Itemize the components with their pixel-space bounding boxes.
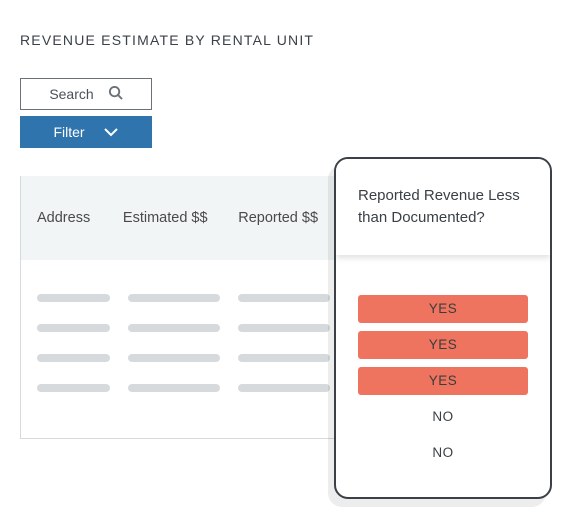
search-icon — [108, 85, 123, 103]
cell-placeholder — [37, 384, 110, 392]
cell-placeholder — [37, 354, 110, 362]
cell-placeholder — [238, 324, 330, 332]
filter-label: Filter — [53, 124, 84, 140]
table-row — [37, 294, 330, 302]
flag-badge: YES — [358, 295, 528, 323]
filter-button[interactable]: Filter — [20, 116, 152, 148]
chevron-down-icon — [103, 124, 119, 140]
popup-body: YES YES YES NO NO — [336, 255, 550, 497]
cell-placeholder — [37, 294, 110, 302]
popup-flag-panel: Reported Revenue Less than Documented? Y… — [334, 157, 552, 499]
search-button[interactable]: Search — [20, 78, 152, 110]
table-header: Address Estimated $$ Reported $$ — [21, 176, 346, 260]
cell-placeholder — [238, 294, 330, 302]
cell-placeholder — [128, 294, 220, 302]
cell-placeholder — [128, 384, 220, 392]
column-estimated: Estimated $$ — [123, 210, 220, 226]
page-title: REVENUE ESTIMATE BY RENTAL UNIT — [20, 32, 314, 48]
popup-heading: Reported Revenue Less than Documented? — [336, 159, 550, 255]
flag-badge: NO — [358, 439, 528, 467]
table-row — [37, 324, 330, 332]
search-label: Search — [49, 86, 93, 102]
column-reported: Reported $$ — [238, 210, 330, 226]
table-row — [37, 384, 330, 392]
cell-placeholder — [238, 384, 330, 392]
table-body — [21, 260, 346, 438]
revenue-table: Address Estimated $$ Reported $$ — [20, 176, 347, 439]
cell-placeholder — [238, 354, 330, 362]
cell-placeholder — [128, 324, 220, 332]
controls-group: Search Filter — [20, 78, 152, 148]
flag-badge: NO — [358, 403, 528, 431]
flag-badge: YES — [358, 367, 528, 395]
flag-badge: YES — [358, 331, 528, 359]
cell-placeholder — [37, 324, 110, 332]
column-address: Address — [37, 210, 105, 226]
table-row — [37, 354, 330, 362]
cell-placeholder — [128, 354, 220, 362]
